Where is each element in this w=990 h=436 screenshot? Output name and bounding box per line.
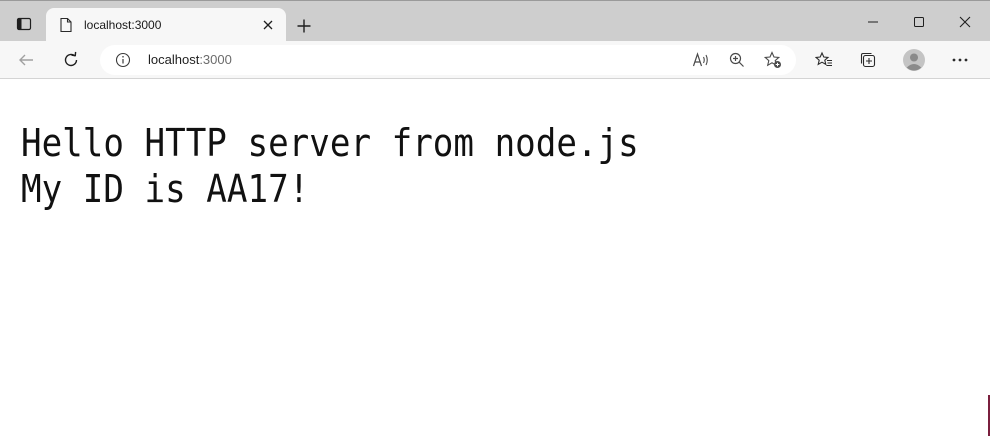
profile-icon[interactable] [899,46,929,74]
response-line-2: My ID is AA17! [21,167,310,211]
url-port: :3000 [199,52,232,67]
page-content: Hello HTTP server from node.js My ID is … [0,80,990,436]
response-line-1: Hello HTTP server from node.js [21,121,639,165]
plus-icon[interactable] [290,12,318,40]
address-bar[interactable]: localhost:3000 [100,45,796,75]
maximize-icon[interactable] [896,4,942,40]
tab-title: localhost:3000 [84,18,162,32]
url-host: localhost [148,52,200,67]
tab-localhost[interactable]: localhost:3000 [46,8,286,42]
favorites-icon[interactable] [809,46,839,74]
minimize-icon[interactable] [850,4,896,40]
zoom-icon[interactable] [724,48,750,72]
tab-strip: localhost:3000 [0,0,990,42]
close-window-icon[interactable] [942,4,988,40]
toolbar: localhost:3000 [0,41,990,79]
reload-icon[interactable] [56,46,86,74]
read-aloud-icon[interactable] [688,48,714,72]
response-body: Hello HTTP server from node.js My ID is … [21,120,639,212]
tab-actions-icon[interactable] [9,10,39,38]
star-add-icon[interactable] [760,48,786,72]
info-icon[interactable] [114,51,132,69]
back-arrow-icon[interactable] [11,46,41,74]
more-icon[interactable] [945,46,975,74]
collections-icon[interactable] [853,46,883,74]
close-icon[interactable] [256,13,280,37]
url-text[interactable]: localhost:3000 [148,52,232,67]
document-icon [58,17,74,33]
